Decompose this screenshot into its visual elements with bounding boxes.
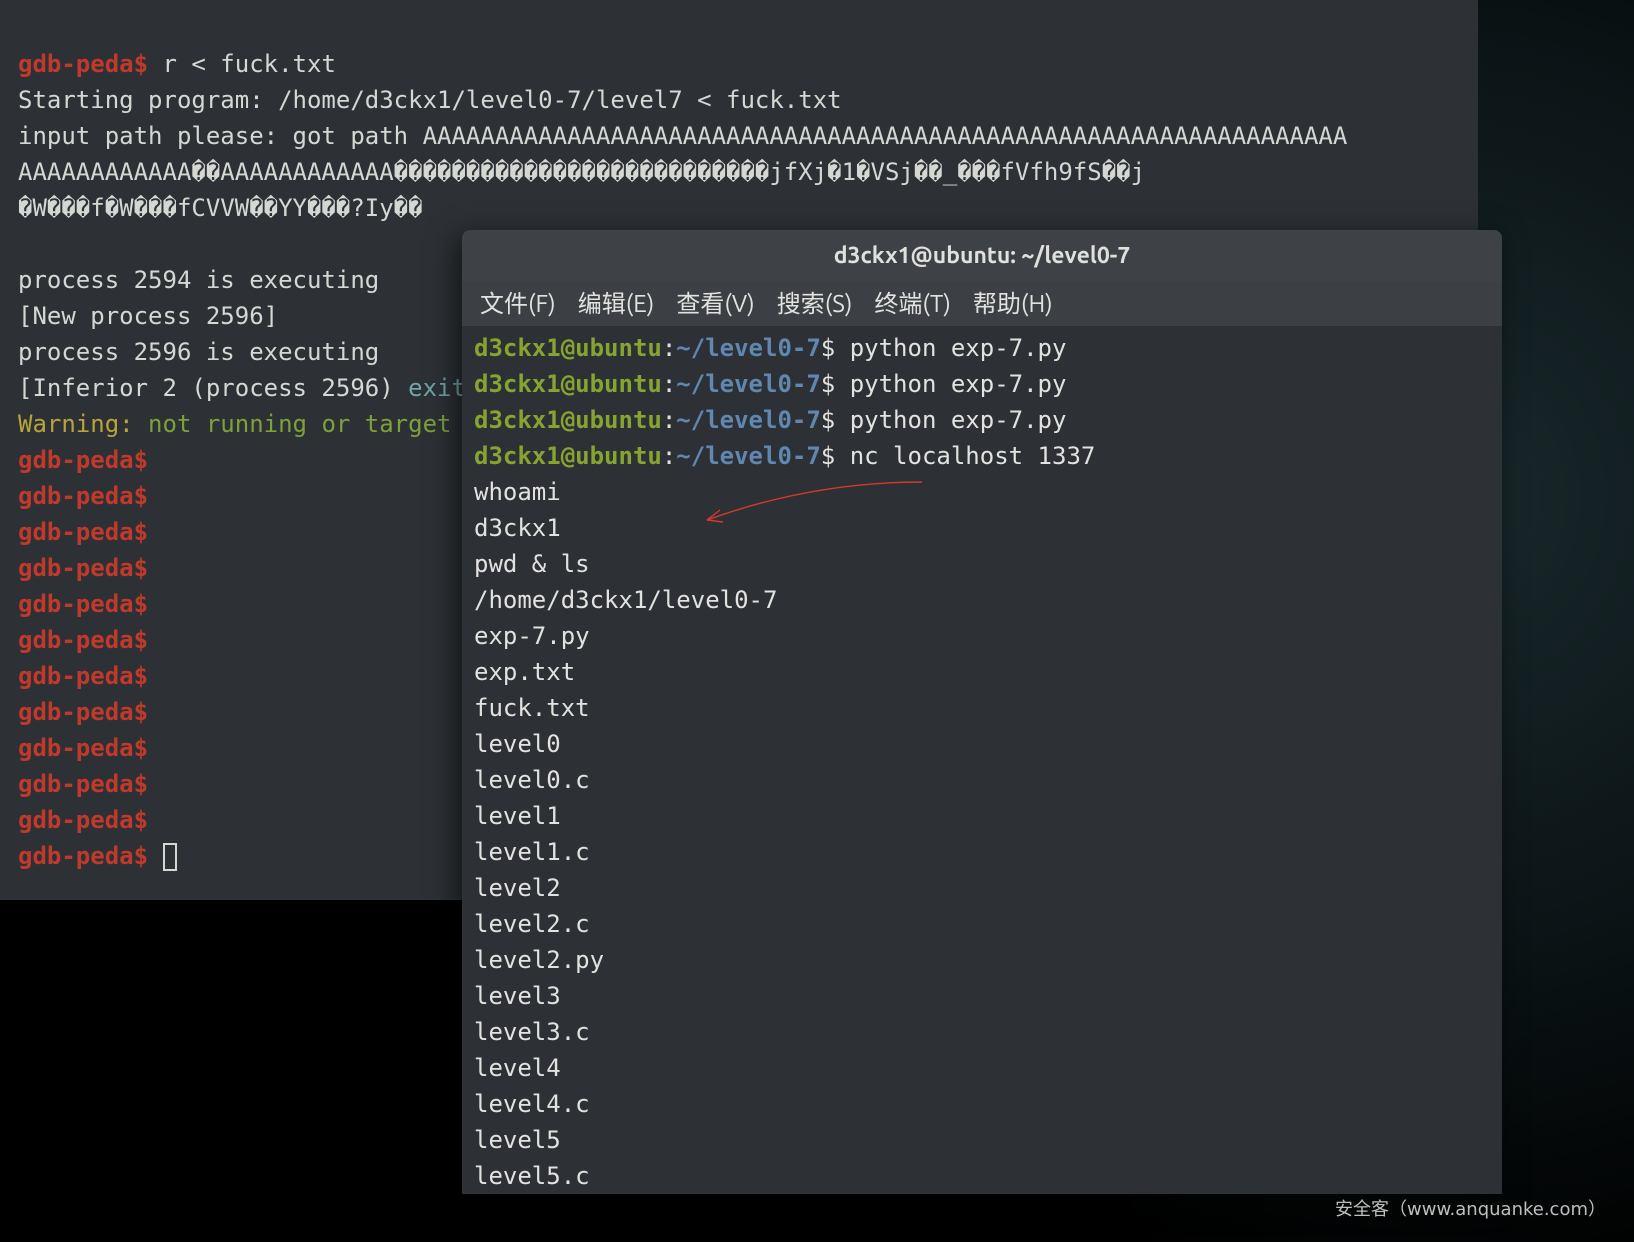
prompt-path: ~/level0-7 (676, 406, 821, 434)
terminal-output: d3ckx1 (474, 510, 1490, 546)
terminal-output: level0 (474, 726, 1490, 762)
cursor-icon (163, 843, 177, 871)
ubuntu-terminal-window[interactable]: d3ckx1@ubuntu: ~/level0-7 文件(F) 编辑(E) 查看… (462, 230, 1502, 1194)
prompt-colon: : (662, 370, 676, 398)
shell-command: python exp-7.py (850, 406, 1067, 434)
prompt-dollar: $ (821, 334, 835, 362)
gdb-prompt: gdb-peda$ (18, 842, 148, 870)
terminal-output: exp-7.py (474, 618, 1490, 654)
menubar: 文件(F) 编辑(E) 查看(V) 搜索(S) 终端(T) 帮助(H) (462, 282, 1502, 326)
prompt-colon: : (662, 334, 676, 362)
gdb-output-line: [Inferior 2 (process 2596) (18, 374, 394, 402)
window-titlebar[interactable]: d3ckx1@ubuntu: ~/level0-7 (462, 230, 1502, 282)
terminal-output: level5.c (474, 1158, 1490, 1194)
prompt-colon: : (662, 442, 676, 470)
terminal-output: level3 (474, 978, 1490, 1014)
gdb-prompt: gdb-peda$ (18, 734, 148, 762)
gdb-cmd-run: r < fuck.txt (148, 50, 336, 78)
prompt-path: ~/level0-7 (676, 442, 821, 470)
terminal-output: level1 (474, 798, 1490, 834)
terminal-output: pwd & ls (474, 546, 1490, 582)
gdb-prompt: gdb-peda$ (18, 770, 148, 798)
gdb-prompt: gdb-peda$ (18, 806, 148, 834)
terminal-output: level4.c (474, 1086, 1490, 1122)
prompt-user: d3ckx1@ubuntu (474, 334, 662, 362)
gdb-output-line: process 2594 is executing (18, 266, 379, 294)
prompt-user: d3ckx1@ubuntu (474, 442, 662, 470)
terminal-output: level5 (474, 1122, 1490, 1158)
terminal-output: exp.txt (474, 654, 1490, 690)
gdb-prompt: gdb-peda$ (18, 50, 148, 78)
terminal-output: level0.c (474, 762, 1490, 798)
terminal-output: level2.py (474, 942, 1490, 978)
terminal-output: level3.c (474, 1014, 1490, 1050)
menu-help[interactable]: 帮助(H) (973, 286, 1053, 322)
menu-file[interactable]: 文件(F) (480, 286, 556, 322)
terminal-output: level4 (474, 1050, 1490, 1086)
menu-view[interactable]: 查看(V) (676, 286, 754, 322)
gdb-output-line: �W���f�W���fCVVW��YY���?Iy�� (18, 194, 423, 222)
terminal-output: level2.c (474, 906, 1490, 942)
gdb-output-line: [New process 2596] (18, 302, 278, 330)
gdb-prompt: gdb-peda$ (18, 698, 148, 726)
prompt-line: d3ckx1@ubuntu:~/level0-7$ python exp-7.p… (474, 330, 1490, 366)
gdb-prompt: gdb-peda$ (18, 590, 148, 618)
gdb-output-line: input path please: got path AAAAAAAAAAAA… (18, 122, 1347, 150)
prompt-path: ~/level0-7 (676, 370, 821, 398)
menu-terminal[interactable]: 终端(T) (874, 286, 950, 322)
terminal-output: level2 (474, 870, 1490, 906)
gdb-prompt: gdb-peda$ (18, 626, 148, 654)
terminal-output: fuck.txt (474, 690, 1490, 726)
shell-command: nc localhost 1337 (850, 442, 1096, 470)
prompt-line: d3ckx1@ubuntu:~/level0-7$ python exp-7.p… (474, 402, 1490, 438)
gdb-prompt: gdb-peda$ (18, 518, 148, 546)
gdb-prompt: gdb-peda$ (18, 554, 148, 582)
terminal-body[interactable]: d3ckx1@ubuntu:~/level0-7$ python exp-7.p… (462, 326, 1502, 1194)
prompt-colon: : (662, 406, 676, 434)
prompt-user: d3ckx1@ubuntu (474, 370, 662, 398)
prompt-dollar: $ (821, 406, 835, 434)
gdb-prompt: gdb-peda$ (18, 446, 148, 474)
shell-command: python exp-7.py (850, 334, 1067, 362)
gdb-output-line: process 2596 is executing (18, 338, 379, 366)
window-title: d3ckx1@ubuntu: ~/level0-7 (834, 238, 1131, 274)
gdb-output-line: Starting program: /home/d3ckx1/level0-7/… (18, 86, 842, 114)
menu-edit[interactable]: 编辑(E) (578, 286, 655, 322)
menu-search[interactable]: 搜索(S) (777, 286, 853, 322)
gdb-output-line: AAAAAAAAAAAA��AAAAAAAAAAAA��������������… (18, 158, 1145, 186)
prompt-dollar: $ (821, 370, 835, 398)
prompt-user: d3ckx1@ubuntu (474, 406, 662, 434)
terminal-output: whoami (474, 474, 1490, 510)
gdb-prompt: gdb-peda$ (18, 482, 148, 510)
shell-command: python exp-7.py (850, 370, 1067, 398)
gdb-warning-label: Warning: (18, 410, 148, 438)
terminal-output: /home/d3ckx1/level0-7 (474, 582, 1490, 618)
prompt-dollar: $ (821, 442, 835, 470)
prompt-line: d3ckx1@ubuntu:~/level0-7$ nc localhost 1… (474, 438, 1490, 474)
prompt-path: ~/level0-7 (676, 334, 821, 362)
terminal-output: level1.c (474, 834, 1490, 870)
gdb-prompt: gdb-peda$ (18, 662, 148, 690)
watermark-text: 安全客（www.anquanke.com） (1335, 1192, 1606, 1228)
prompt-line: d3ckx1@ubuntu:~/level0-7$ python exp-7.p… (474, 366, 1490, 402)
